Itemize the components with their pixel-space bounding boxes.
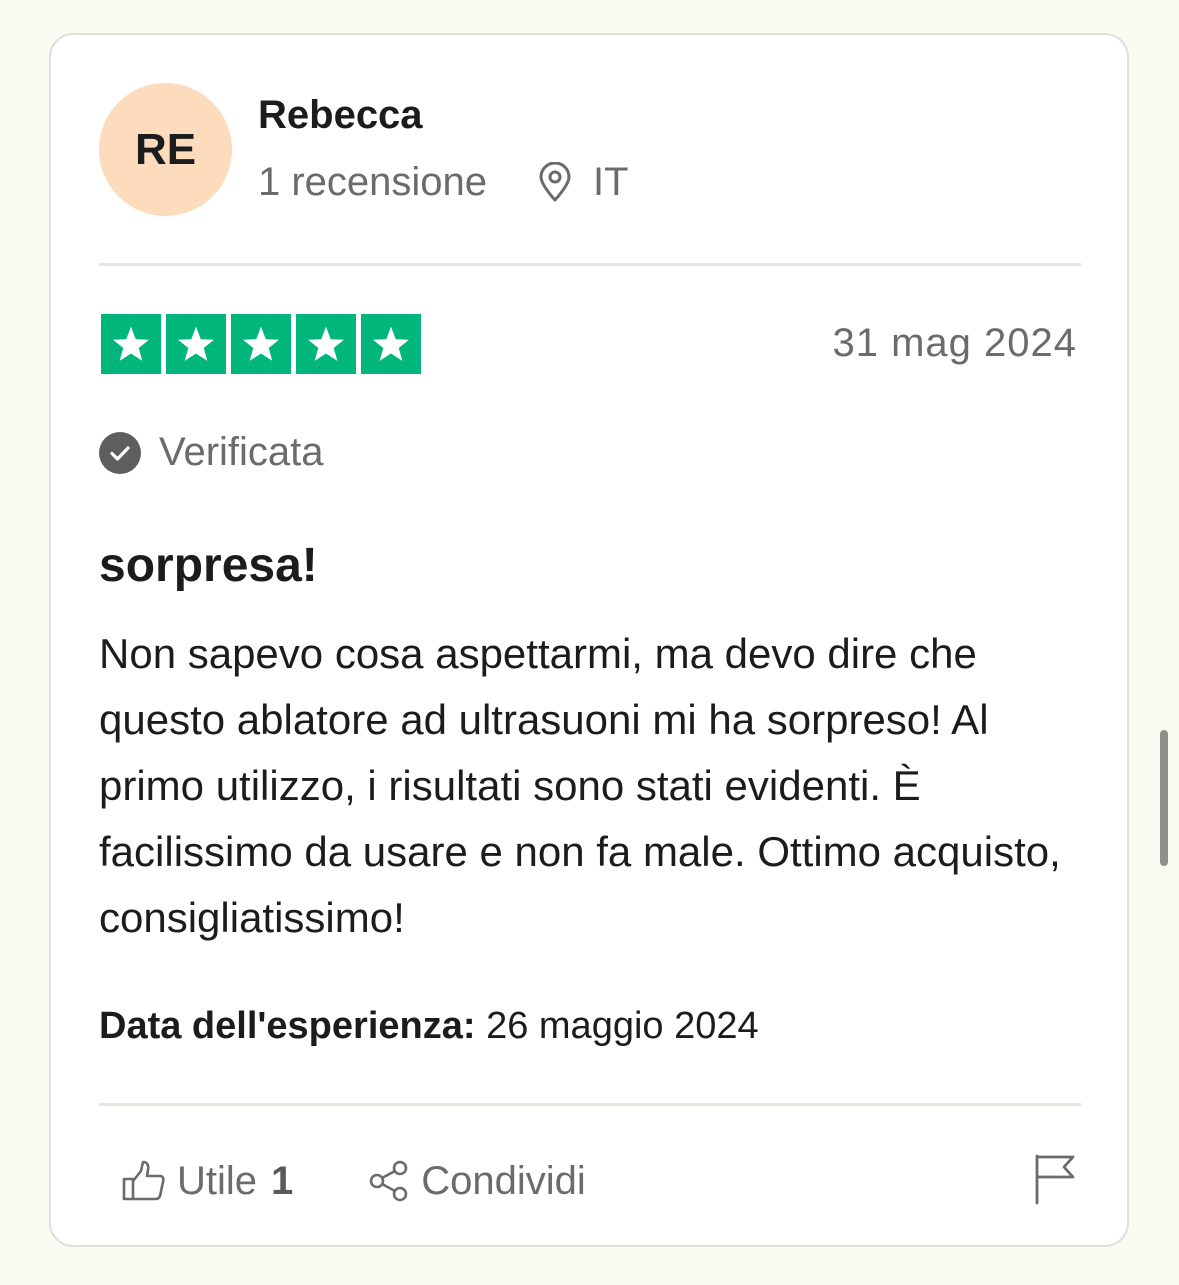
- reviewer-name[interactable]: Rebecca: [258, 93, 423, 138]
- star-icon: [231, 314, 291, 374]
- share-button[interactable]: Condividi: [367, 1159, 586, 1204]
- check-circle-icon: [99, 431, 141, 474]
- experience-label: Data dell'esperienza:: [99, 1005, 476, 1047]
- review-body: Non sapevo cosa aspettarmi, ma devo dire…: [99, 630, 1061, 941]
- useful-label: Utile: [177, 1158, 258, 1203]
- footer-divider: [99, 1103, 1081, 1106]
- share-label: Condividi: [421, 1158, 586, 1203]
- location-pin-icon: [539, 162, 571, 202]
- useful-button[interactable]: Utile 1: [121, 1159, 293, 1204]
- flag-icon: [1035, 1154, 1075, 1205]
- star-icon: [101, 314, 161, 374]
- star-icon: [296, 314, 356, 374]
- country-code: IT: [593, 159, 629, 204]
- star-icon: [166, 314, 226, 374]
- review-count: 1 recensione: [258, 159, 488, 204]
- verified-label: Verificata: [159, 430, 324, 474]
- experience-value: 26 maggio 2024: [486, 1005, 759, 1047]
- star-icon: [361, 314, 421, 374]
- star-rating: [101, 314, 421, 374]
- avatar[interactable]: RE: [99, 83, 232, 216]
- experience-date: Data dell'esperienza: 26 maggio 2024: [99, 1005, 759, 1048]
- review-actions: Utile 1 Condividi: [121, 1153, 586, 1209]
- share-icon: [369, 1160, 408, 1202]
- review-title: sorpresa!: [99, 539, 318, 592]
- header-divider: [99, 263, 1081, 266]
- reviewer-location: IT: [537, 160, 629, 205]
- report-button[interactable]: [1033, 1153, 1077, 1210]
- scrollbar[interactable]: [1160, 730, 1168, 866]
- review-card: RE Rebecca 1 recensione IT 31 mag 2024 V…: [49, 33, 1129, 1247]
- verified-badge[interactable]: Verificata: [99, 430, 324, 475]
- review-date: 31 mag 2024: [832, 321, 1077, 365]
- reviewer-meta: 1 recensione IT: [258, 157, 629, 207]
- useful-count: 1: [271, 1158, 294, 1203]
- thumbs-up-icon: [122, 1160, 165, 1201]
- avatar-initials: RE: [134, 124, 197, 174]
